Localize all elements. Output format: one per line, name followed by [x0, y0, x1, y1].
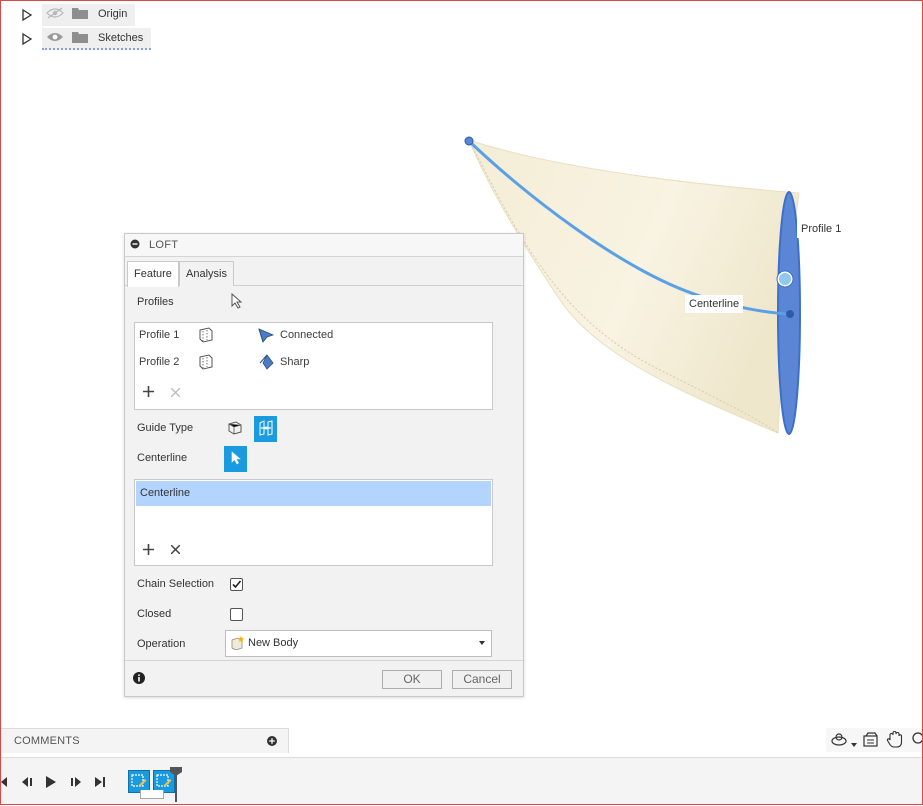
connected-icon[interactable]: [258, 327, 276, 346]
timeline-group-bracket: [140, 790, 164, 799]
centerline-select-button[interactable]: [224, 446, 247, 472]
navigation-toolbar: [826, 728, 923, 752]
browser-item-sketches[interactable]: Sketches: [20, 28, 152, 50]
tab-analysis[interactable]: Analysis: [179, 261, 234, 286]
origin-chip[interactable]: Origin: [42, 4, 136, 26]
sketch-icon: [131, 774, 147, 787]
closed-checkbox[interactable]: [230, 608, 243, 621]
centerline-label: Centerline: [137, 452, 188, 464]
chain-selection-label: Chain Selection: [137, 578, 215, 590]
centerline-guide-icon: [258, 419, 274, 439]
zoom-icon[interactable]: [912, 732, 923, 751]
go-to-start-icon[interactable]: [0, 776, 8, 791]
loft-tabs: Feature Analysis: [125, 257, 523, 287]
chevron-down-icon[interactable]: [479, 641, 485, 645]
expand-icon[interactable]: [20, 32, 34, 46]
chain-selection-checkbox[interactable]: [230, 578, 243, 591]
go-to-end-icon[interactable]: [94, 776, 108, 791]
profiles-label: Profiles: [137, 296, 174, 308]
folder-icon: [72, 7, 88, 22]
profile-condition[interactable]: Connected: [280, 329, 333, 341]
loft-dialog: LOFT Feature Analysis Profiles Profile 1…: [124, 233, 524, 697]
look-at-icon[interactable]: [862, 731, 880, 752]
profile-end-condition-icon[interactable]: [197, 327, 215, 346]
centerline-label[interactable]: Centerline: [685, 295, 744, 313]
eye-icon[interactable]: [46, 31, 64, 46]
centerline-list[interactable]: Centerline: [134, 479, 493, 566]
centerline-list-item[interactable]: Centerline: [136, 481, 491, 506]
operation-label: Operation: [137, 638, 186, 650]
cancel-button[interactable]: Cancel: [452, 670, 512, 689]
remove-icon[interactable]: [170, 544, 181, 557]
folder-icon: [72, 31, 88, 46]
new-body-icon: [230, 636, 244, 653]
centerline-start-point[interactable]: [464, 136, 474, 146]
operation-value: New Body: [248, 637, 299, 649]
profiles-list[interactable]: Profile 1 Connected Profile 2 Sharp: [134, 322, 493, 410]
sharp-icon[interactable]: [258, 354, 276, 373]
profile-end-condition-icon[interactable]: [197, 354, 215, 373]
comments-label: COMMENTS: [14, 735, 80, 747]
eye-hidden-icon[interactable]: [46, 7, 64, 22]
profile-name: Profile 1: [139, 329, 180, 341]
checkmark-icon: [232, 580, 242, 589]
closed-label: Closed: [137, 608, 172, 620]
select-cursor-icon[interactable]: [231, 292, 243, 312]
info-icon[interactable]: [133, 672, 145, 687]
profile-1-label[interactable]: Profile 1: [797, 220, 846, 238]
browser-item-label: Sketches: [98, 32, 144, 44]
expand-icon[interactable]: [20, 8, 34, 22]
profile-condition[interactable]: Sharp: [280, 356, 309, 368]
sketches-chip[interactable]: Sketches: [42, 28, 152, 50]
ok-button[interactable]: OK: [382, 670, 442, 689]
guide-rails-icon[interactable]: [224, 417, 246, 439]
comments-panel[interactable]: COMMENTS: [0, 728, 289, 753]
add-comment-icon[interactable]: [267, 736, 277, 749]
step-forward-icon[interactable]: [69, 776, 83, 791]
guide-centerline-button[interactable]: [254, 416, 277, 442]
pan-hand-icon[interactable]: [886, 730, 904, 752]
profile-name: Profile 2: [139, 356, 180, 368]
add-icon[interactable]: [143, 544, 154, 558]
orbit-icon[interactable]: [830, 731, 850, 752]
profile-point-handle[interactable]: [777, 271, 793, 287]
select-cursor-icon: [231, 450, 241, 468]
timeline-bar: [0, 757, 923, 804]
browser-item-origin[interactable]: Origin: [20, 4, 136, 26]
loft-dialog-footer: OK Cancel: [125, 660, 523, 696]
browser-item-label: Origin: [98, 8, 128, 20]
loft-dialog-header[interactable]: LOFT: [125, 234, 523, 257]
operation-select[interactable]: New Body: [225, 630, 492, 657]
guide-type-label: Guide Type: [137, 422, 194, 434]
centerline-end-point[interactable]: [786, 310, 794, 318]
tab-feature[interactable]: Feature: [127, 261, 179, 287]
loft-dialog-title: LOFT: [149, 239, 179, 251]
add-icon[interactable]: [143, 386, 154, 400]
chevron-down-icon[interactable]: [851, 738, 857, 750]
play-icon[interactable]: [45, 775, 57, 792]
step-back-icon[interactable]: [20, 776, 34, 791]
timeline-marker-icon[interactable]: [170, 767, 182, 806]
collapse-icon[interactable]: [130, 239, 140, 252]
remove-icon: [170, 387, 181, 400]
